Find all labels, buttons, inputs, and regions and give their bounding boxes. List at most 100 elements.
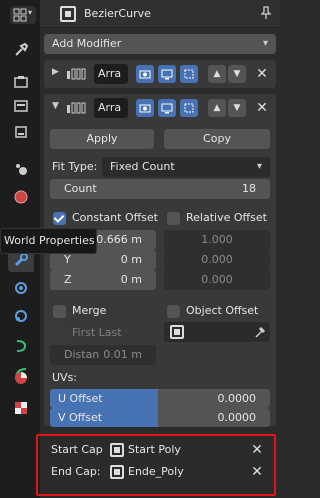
merge-distance-field[interactable]: Distan 0.01 m bbox=[50, 345, 156, 365]
first-last-checkbox[interactable] bbox=[53, 327, 66, 340]
array-modifier-icon bbox=[67, 68, 86, 80]
relative-offset-label: Relative Offset bbox=[186, 211, 267, 224]
end-cap-value: Ende_Poly bbox=[128, 465, 184, 478]
end-cap-label: End Cap: bbox=[51, 465, 101, 478]
relative-offset-x-field[interactable]: 1.000 bbox=[164, 230, 270, 250]
merge-checkbox[interactable] bbox=[53, 305, 66, 318]
constant-offset-z-field[interactable]: Z 0 m bbox=[50, 270, 156, 290]
start-cap-label: Start Cap: bbox=[51, 443, 107, 456]
copy-button[interactable]: Copy bbox=[164, 129, 270, 149]
chevron-down-icon: ▾ bbox=[262, 38, 268, 49]
pin-icon[interactable] bbox=[260, 6, 272, 20]
constraints-icon bbox=[16, 340, 27, 352]
render-icon bbox=[14, 76, 28, 88]
edit-mode-toggle[interactable] bbox=[136, 99, 154, 117]
distance-label: Distan bbox=[64, 348, 100, 361]
relative-offset-checkbox[interactable] bbox=[167, 212, 180, 225]
editor-type-button[interactable]: ▾ bbox=[10, 6, 36, 24]
move-down-button[interactable]: ▼ bbox=[228, 65, 246, 83]
physics-tab[interactable] bbox=[8, 304, 34, 328]
clear-start-cap-button[interactable]: ✕ bbox=[250, 443, 264, 457]
fit-type-value: Fixed Count bbox=[110, 160, 175, 173]
properties-header: BezierCurve bbox=[40, 0, 280, 28]
scene-icon bbox=[16, 164, 27, 175]
view-layer-icon bbox=[15, 126, 27, 138]
v-offset-field[interactable]: V Offset 0.0000 bbox=[50, 408, 270, 427]
tool-tab[interactable] bbox=[8, 38, 34, 62]
fit-type-label: Fit Type: bbox=[52, 160, 98, 173]
object-icon bbox=[110, 443, 124, 457]
render-tab[interactable] bbox=[8, 70, 34, 94]
start-cap-value: Start Poly bbox=[128, 443, 181, 456]
object-icon bbox=[110, 465, 124, 479]
apply-button[interactable]: Apply bbox=[50, 129, 154, 149]
move-up-button[interactable]: ▲ bbox=[208, 65, 226, 83]
modifier-panel-collapsed: ▶ Arra ▲ ▼ ✕ bbox=[44, 60, 276, 88]
chevron-down-icon: ▾ bbox=[256, 161, 262, 172]
axis-z-label: Z bbox=[64, 273, 72, 286]
cage-toggle[interactable] bbox=[180, 65, 198, 83]
world-icon bbox=[14, 190, 28, 204]
physics-icon bbox=[15, 310, 27, 322]
count-label: Count bbox=[64, 182, 97, 195]
constraints-tab[interactable] bbox=[8, 334, 34, 358]
view-layer-tab[interactable] bbox=[8, 120, 34, 144]
output-icon bbox=[14, 100, 28, 112]
object-icon bbox=[170, 325, 184, 339]
particles-icon bbox=[15, 282, 27, 294]
viewport-toggle[interactable] bbox=[158, 99, 176, 117]
texture-tab[interactable] bbox=[8, 396, 34, 420]
object-offset-checkbox[interactable] bbox=[167, 305, 180, 318]
remove-modifier-button[interactable]: ✕ bbox=[255, 67, 269, 81]
relative-offset-y-field[interactable]: 0.000 bbox=[164, 250, 270, 270]
constant-offset-label: Constant Offset bbox=[72, 211, 158, 224]
constant-offset-y-value: 0 m bbox=[120, 253, 142, 266]
start-cap-field[interactable]: Start Poly ✕ bbox=[104, 440, 270, 460]
wrench-icon bbox=[14, 253, 28, 267]
modifier-name-field[interactable]: Arra bbox=[94, 98, 128, 118]
tool-icon bbox=[15, 42, 29, 56]
u-offset-label: U Offset bbox=[58, 392, 103, 405]
object-data-icon bbox=[60, 6, 76, 22]
remove-modifier-button[interactable]: ✕ bbox=[255, 101, 269, 115]
constant-offset-x-value: 0.666 m bbox=[96, 233, 142, 246]
fit-type-dropdown[interactable]: Fixed Count ▾ bbox=[102, 157, 270, 177]
material-icon bbox=[15, 372, 27, 384]
add-modifier-label: Add Modifier bbox=[52, 37, 122, 50]
count-field[interactable]: Count 18 bbox=[50, 179, 270, 199]
u-offset-value: 0.0000 bbox=[217, 392, 257, 405]
expand-arrow-icon[interactable]: ▶ bbox=[52, 67, 59, 77]
count-value: 18 bbox=[242, 182, 256, 195]
eyedropper-icon[interactable] bbox=[254, 325, 266, 339]
collapse-arrow-icon[interactable]: ▼ bbox=[52, 101, 59, 111]
relative-offset-z-field[interactable]: 0.000 bbox=[164, 270, 270, 290]
world-tab[interactable] bbox=[8, 185, 34, 209]
move-down-button[interactable]: ▼ bbox=[228, 99, 246, 117]
u-offset-field[interactable]: U Offset 0.0000 bbox=[50, 389, 270, 408]
edit-mode-toggle[interactable] bbox=[136, 65, 154, 83]
v-offset-label: V Offset bbox=[58, 411, 103, 424]
properties-editor: ▾ BezierCurve Add Modifier ▾ ▶ Arra ▲ ▼ … bbox=[0, 0, 280, 498]
constant-offset-checkbox[interactable] bbox=[53, 212, 66, 225]
first-last-label: First Last bbox=[72, 326, 122, 339]
viewport-toggle[interactable] bbox=[158, 65, 176, 83]
particles-tab[interactable] bbox=[8, 276, 34, 300]
clear-end-cap-button[interactable]: ✕ bbox=[250, 465, 264, 479]
end-cap-field[interactable]: Ende_Poly ✕ bbox=[104, 462, 270, 482]
array-modifier-icon bbox=[67, 102, 86, 114]
constant-offset-z-value: 0 m bbox=[120, 273, 142, 286]
distance-value: 0.01 m bbox=[103, 348, 142, 361]
world-properties-tooltip: World Properties bbox=[0, 228, 97, 254]
modifier-name-field[interactable]: Arra bbox=[94, 64, 128, 84]
merge-label: Merge bbox=[72, 304, 107, 317]
object-name: BezierCurve bbox=[84, 7, 151, 20]
offset-object-field[interactable] bbox=[164, 322, 270, 342]
cage-toggle[interactable] bbox=[180, 99, 198, 117]
object-offset-label: Object Offset bbox=[186, 304, 259, 317]
material-tab[interactable] bbox=[8, 366, 34, 390]
output-tab[interactable] bbox=[8, 94, 34, 118]
move-up-button[interactable]: ▲ bbox=[208, 99, 226, 117]
v-offset-value: 0.0000 bbox=[217, 411, 257, 424]
add-modifier-dropdown[interactable]: Add Modifier ▾ bbox=[44, 34, 276, 54]
scene-tab[interactable] bbox=[8, 157, 34, 181]
